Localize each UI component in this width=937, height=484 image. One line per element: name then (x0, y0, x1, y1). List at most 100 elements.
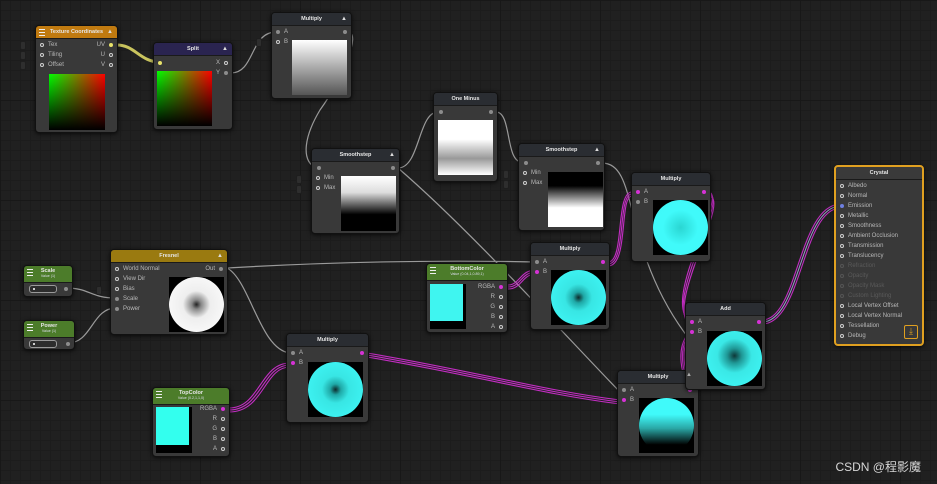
port-offset[interactable]: Offset (40, 61, 64, 69)
max-chip[interactable] (296, 185, 302, 194)
port-a[interactable]: A (535, 258, 547, 266)
port-tessellation[interactable]: Tessellation (840, 322, 879, 330)
node-header[interactable]: Smoothstep ▲ (312, 149, 399, 162)
port-albedo[interactable]: Albedo (840, 182, 867, 190)
save-icon[interactable]: ⤓ (904, 325, 918, 339)
multiply-node-fresnel[interactable]: Multiply A B (286, 333, 369, 423)
smoothstep-node-2[interactable]: Smoothstep ▲ Min Max (518, 143, 605, 231)
port-world-normal[interactable]: World Normal (115, 265, 160, 273)
node-header[interactable]: Multiply (287, 334, 368, 347)
port-normal[interactable]: Normal (840, 192, 867, 200)
port-a[interactable]: A (291, 349, 303, 357)
port-power[interactable]: Power (115, 305, 140, 313)
port-out[interactable]: Out (205, 265, 223, 273)
port-a[interactable]: A (636, 188, 648, 196)
port-r[interactable]: R (213, 415, 225, 423)
scale-value-field[interactable] (29, 285, 57, 293)
collapse-arrow-icon[interactable]: ▲ (686, 372, 692, 378)
port-view-dir[interactable]: View Dir (115, 275, 145, 283)
offset-chip[interactable] (20, 61, 26, 70)
port-b[interactable]: B (276, 38, 288, 46)
multiply-node-mid[interactable]: Multiply A B (530, 242, 610, 330)
port-max[interactable]: Max (316, 184, 335, 192)
port-translucency[interactable]: Translucency (840, 252, 883, 260)
port-x[interactable]: X (216, 59, 228, 67)
port-b[interactable]: B (636, 198, 648, 206)
max-chip[interactable] (503, 180, 509, 189)
bottomcolor-node[interactable]: BottomColor Value (0.04,1,0.89,1) RGBA R … (426, 263, 508, 333)
node-header[interactable]: Texture Coordinates ▲ (36, 26, 117, 39)
node-header[interactable]: Multiply ▲ (272, 13, 351, 26)
port-tex[interactable]: Tex (40, 41, 57, 49)
port-y[interactable]: Y (216, 69, 228, 77)
b-chip[interactable] (256, 38, 262, 47)
port-smoothness[interactable]: Smoothness (840, 222, 881, 230)
port-local-vertex-offset[interactable]: Local Vertex Offset (840, 302, 899, 310)
port-g[interactable]: G (490, 303, 503, 311)
port-b[interactable]: B (535, 268, 547, 276)
port-min[interactable]: Min (523, 169, 541, 177)
port-b[interactable]: B (213, 435, 225, 443)
port-debug[interactable]: Debug (840, 332, 866, 340)
node-header[interactable]: Multiply (531, 243, 609, 256)
port-local-vertex-normal[interactable]: Local Vertex Normal (840, 312, 902, 320)
fresnel-node[interactable]: Fresnel ▲ World Normal View Dir Bias Scal… (110, 249, 228, 335)
min-chip[interactable] (503, 170, 509, 179)
port-emission[interactable]: Emission (840, 202, 872, 210)
texture-coordinates-node[interactable]: Texture Coordinates ▲ Tex Tiling Offset U… (35, 25, 118, 133)
port-b[interactable]: B (291, 359, 303, 367)
node-header[interactable]: Scale Value (1) (24, 266, 72, 283)
one-minus-node[interactable]: One Minus (433, 92, 498, 182)
add-node[interactable]: Add A B (685, 302, 766, 390)
node-header[interactable]: Split ▲ (154, 43, 232, 56)
master-node-crystal[interactable]: Crystal Albedo Normal Emission Metallic … (834, 165, 924, 346)
collapse-icon[interactable]: ▲ (389, 149, 395, 161)
scale-node[interactable]: Scale Value (1) (23, 265, 73, 297)
port-transmission[interactable]: Transmission (840, 242, 883, 250)
node-header[interactable]: Fresnel ▲ (111, 250, 227, 263)
port-a[interactable]: A (276, 28, 288, 36)
port-rgba[interactable]: RGBA (200, 405, 225, 413)
node-header[interactable]: Crystal (836, 167, 922, 180)
smoothstep-node-1[interactable]: Smoothstep ▲ Min Max (311, 148, 400, 234)
port-g[interactable]: G (212, 425, 225, 433)
node-header[interactable]: BottomColor Value (0.04,1,0.89,1) (427, 264, 507, 281)
collapse-icon[interactable]: ▲ (594, 144, 600, 156)
port-a[interactable]: A (491, 323, 503, 331)
split-node[interactable]: Split ▲ X Y (153, 42, 233, 130)
node-header[interactable]: Multiply (632, 173, 710, 186)
node-header[interactable]: TopColor Value (0.2,1,1,0) (153, 388, 229, 405)
port-a[interactable]: A (213, 445, 225, 453)
node-header[interactable]: Smoothstep ▲ (519, 144, 604, 157)
power-node[interactable]: Power Value (1) (23, 320, 75, 350)
collapse-icon[interactable]: ▲ (341, 13, 347, 25)
port-b[interactable]: B (622, 396, 634, 404)
collapse-icon[interactable]: ▲ (217, 250, 223, 262)
node-header[interactable]: Power Value (1) (24, 321, 74, 338)
topcolor-node[interactable]: TopColor Value (0.2,1,1,0) RGBA R G B A (152, 387, 230, 457)
port-b[interactable]: B (690, 328, 702, 336)
min-chip[interactable] (296, 175, 302, 184)
tiling-chip[interactable] (20, 51, 26, 60)
port-ambient-occlusion[interactable]: Ambient Occlusion (840, 232, 898, 240)
port-v[interactable]: V (101, 61, 113, 69)
port-max[interactable]: Max (523, 179, 542, 187)
bias-chip[interactable] (96, 286, 102, 295)
node-header[interactable]: Add (686, 303, 765, 316)
multiply-node-top[interactable]: Multiply A B (631, 172, 711, 262)
port-tiling[interactable]: Tiling (40, 51, 62, 59)
port-rgba[interactable]: RGBA (478, 283, 503, 291)
collapse-icon[interactable]: ▲ (107, 26, 113, 38)
port-min[interactable]: Min (316, 174, 334, 182)
tex-chip[interactable] (20, 41, 26, 50)
power-value-field[interactable] (29, 340, 57, 348)
port-uv[interactable]: UV (97, 41, 113, 49)
multiply-node-1[interactable]: Multiply ▲ A B (271, 12, 352, 99)
port-scale[interactable]: Scale (115, 295, 138, 303)
port-a[interactable]: A (622, 386, 634, 394)
port-metallic[interactable]: Metallic (840, 212, 868, 220)
collapse-icon[interactable]: ▲ (222, 43, 228, 55)
port-b[interactable]: B (491, 313, 503, 321)
node-header[interactable]: One Minus (434, 93, 497, 106)
port-bias[interactable]: Bias (115, 285, 135, 293)
